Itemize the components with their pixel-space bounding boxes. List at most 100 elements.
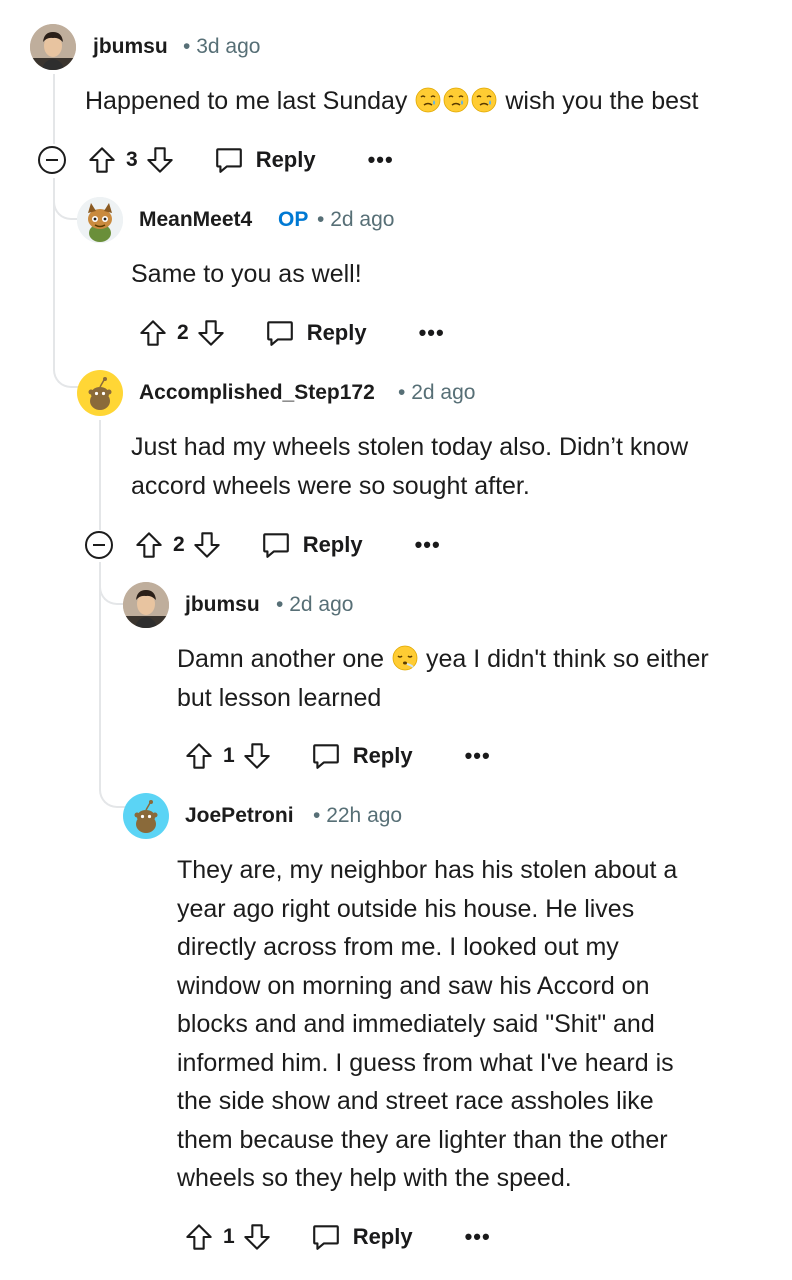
comment-text-line: year ago right outside his house. He liv… [177,894,635,923]
reply-label: Reply [302,532,363,557]
upvote-arrow-icon[interactable] [139,319,167,347]
time-text: 2d ago [411,381,476,404]
vote-count: 2 [173,533,185,556]
user-avatar[interactable] [123,582,169,628]
downvote-arrow-icon[interactable] [197,319,225,347]
comment-username[interactable]: jbumsu [185,593,260,617]
comment-text: Damn another one [177,645,385,673]
reply-button[interactable]: Reply [311,1222,413,1252]
default-snoo-avatar-yellow-icon [77,370,123,416]
reply-bubble-icon [311,1222,341,1252]
default-snoo-avatar-blue-icon [123,793,169,839]
vote-count: 2 [177,321,189,344]
time-text: 22h ago [326,804,403,827]
face-exhaling-emoji-icon [392,645,418,671]
upvote-arrow-icon[interactable] [185,742,213,770]
comment-text-line: Damn another one yea I didn't think so e… [177,640,709,679]
separator-dot: • [183,35,191,58]
user-avatar[interactable] [123,793,169,839]
comment-text-line: accord wheels were so sought after. [131,471,530,500]
upvote-arrow-icon[interactable] [88,146,116,174]
reply-button[interactable]: Reply [311,741,413,771]
collapse-thread-button[interactable] [38,146,66,174]
comment-body: Damn another one yea I didn't think so e… [177,640,709,717]
time-text: 2d ago [330,208,395,231]
thread-branch [99,585,125,605]
comment-actions: 1 Reply ••• [185,736,491,776]
reply-button[interactable]: Reply [261,530,363,560]
holding-back-tears-emoji-icon [415,87,441,113]
separator-dot: • [313,804,321,827]
more-options-button[interactable]: ••• [465,745,491,767]
reply-bubble-icon [214,145,244,175]
upvote-arrow-icon[interactable] [135,531,163,559]
separator-dot: • [276,593,284,616]
reply-bubble-icon [261,530,291,560]
comment-body: Happened to me last Sunday wish you the … [85,82,699,121]
comment-actions: 1 Reply ••• [185,1217,491,1257]
comment-username[interactable]: jbumsu [93,35,168,59]
comment-text: Happened to me last Sunday [85,87,408,115]
vote-controls: 3 [88,146,174,174]
user-avatar[interactable] [30,24,76,70]
downvote-arrow-icon[interactable] [146,146,174,174]
op-badge: OP [278,208,309,231]
holding-back-tears-emoji-icon [443,87,469,113]
holding-back-tears-emoji-icon [471,87,497,113]
comment-text: yea I didn't think so either [426,645,709,673]
vote-controls: 2 [139,319,225,347]
comment-text-line: them because they are lighter than the o… [177,1125,668,1154]
thread-line [53,74,55,144]
comment-body: They are, my neighbor has his stolen abo… [177,851,677,1198]
comment-body: Just had my wheels stolen today also. Di… [131,428,688,505]
thread-line [99,420,101,530]
comment-text-line: They are, my neighbor has his stolen abo… [177,856,678,884]
thread-branch [53,368,79,388]
reply-bubble-icon [265,318,295,348]
reply-bubble-icon [311,741,341,771]
comment-timestamp: • 3d ago [183,35,260,59]
reply-label: Reply [352,1224,413,1249]
comment-text-line: window on morning and saw his Accord on [177,971,650,1000]
user-avatar[interactable] [77,197,123,243]
comment-body: Same to you as well! [131,260,362,288]
separator-dot: • [398,381,406,404]
separator-dot: • [317,208,325,231]
reply-button[interactable]: Reply [214,145,316,175]
user-avatar[interactable] [77,370,123,416]
downvote-arrow-icon[interactable] [193,531,221,559]
upvote-arrow-icon[interactable] [185,1223,213,1251]
more-options-button[interactable]: ••• [368,149,394,171]
comment-text-line: wheels so they help with the speed. [177,1164,572,1192]
comment-actions: 2 Reply ••• [139,313,445,353]
more-options-button[interactable]: ••• [419,322,445,344]
comment-text-line: but lesson learned [177,683,382,712]
thread-branch [53,200,79,220]
vote-count: 1 [223,1225,235,1248]
thread-branch [99,788,125,808]
comment-username[interactable]: JoePetroni [185,804,294,828]
comment-timestamp: • 22h ago [313,804,402,828]
vote-count: 3 [126,148,138,171]
reply-button[interactable]: Reply [265,318,367,348]
comment-username[interactable]: MeanMeet4 [139,208,252,232]
vote-controls: 2 [135,531,221,559]
reply-label: Reply [352,743,413,768]
comment-timestamp: • 2d ago [398,381,475,405]
snoo-avatar-costume-icon [77,197,123,243]
comment-username[interactable]: Accomplished_Step172 [139,381,375,405]
comment-text-line: Just had my wheels stolen today also. Di… [131,433,689,461]
comment-actions: 2 Reply ••• [85,525,441,565]
user-photo-avatar-icon [30,24,76,70]
collapse-thread-button[interactable] [85,531,113,559]
downvote-arrow-icon[interactable] [243,742,271,770]
comment-text: wish you the best [505,87,699,115]
downvote-arrow-icon[interactable] [243,1223,271,1251]
more-options-button[interactable]: ••• [465,1226,491,1248]
comment-timestamp: • 2d ago [276,593,353,617]
vote-controls: 1 [185,1223,271,1251]
more-options-button[interactable]: ••• [415,534,441,556]
comment-text-line: blocks and and immediately said "Shit" a… [177,1010,655,1038]
vote-count: 1 [223,744,235,767]
comment-text-line: the side show and street race assholes l… [177,1087,654,1115]
